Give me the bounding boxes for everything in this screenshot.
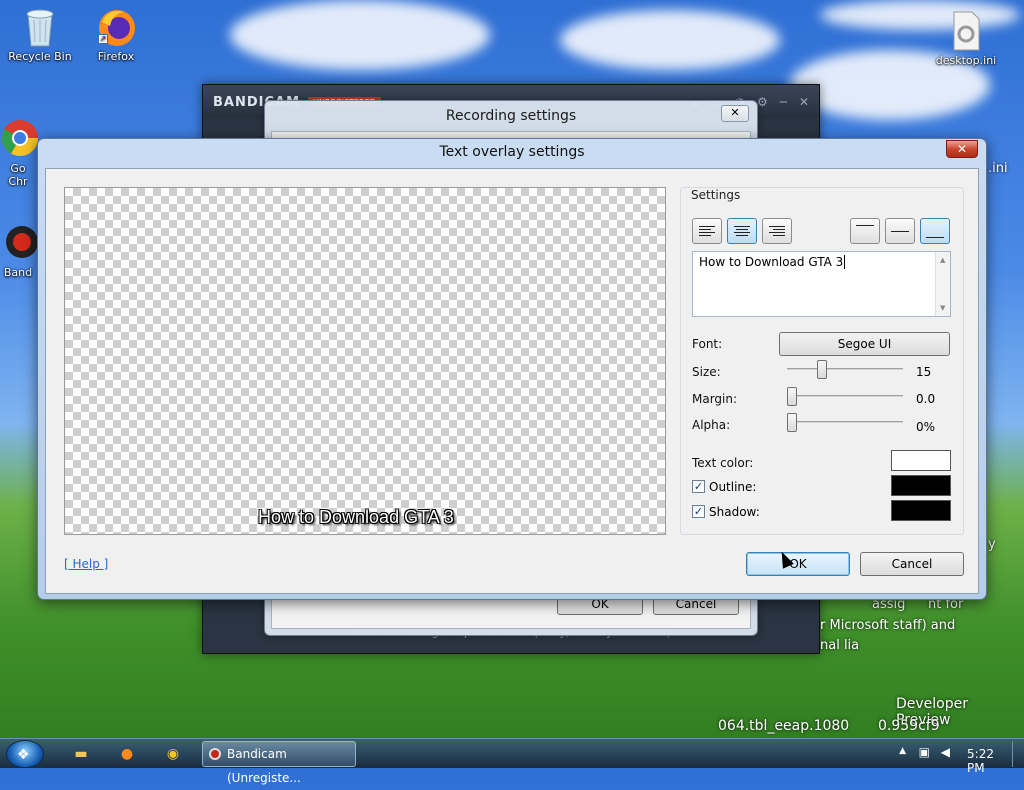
size-value: 15 <box>916 365 932 379</box>
valign-bottom-button[interactable] <box>920 218 950 244</box>
valign-top-button[interactable] <box>850 218 880 244</box>
outline-checkbox[interactable]: ✓ <box>692 480 705 493</box>
size-slider-track <box>787 368 903 370</box>
text-color-swatch[interactable] <box>891 450 951 471</box>
tray-expand-icon[interactable]: ▲ <box>899 746 906 756</box>
desktop-partial-text: .ini <box>988 161 1008 176</box>
margin-value: 0.0 <box>916 392 936 406</box>
desktop-icon-bandicam[interactable]: Band <box>0 222 38 279</box>
desktop-partial-text: 0.959cf9 <box>878 718 940 734</box>
desktop-partial-text: r Microsoft staff) and <box>820 618 956 633</box>
dialog-close-button[interactable]: ✕ <box>946 140 978 158</box>
shadow-label: Shadow: <box>709 505 760 519</box>
desktop-icon-label: Firefox <box>97 50 135 63</box>
overlay-preview-text: How to Download GTA 3 <box>258 507 454 527</box>
ok-button[interactable]: OK <box>746 552 850 576</box>
recycle-bin-icon <box>20 6 60 47</box>
dialog-client-area: How to Download GTA 3 Settings How to Do… <box>45 168 979 594</box>
alpha-slider-track <box>787 421 903 423</box>
desktop-icon-label: desktop.ini <box>935 54 997 67</box>
help-link[interactable]: [ Help ] <box>64 557 108 571</box>
valign-middle-button[interactable] <box>885 218 915 244</box>
desktop-partial-text: 064.tbl_eeap.1080 <box>718 718 850 734</box>
size-slider-thumb[interactable] <box>816 360 827 379</box>
margin-label: Margin: <box>692 392 738 406</box>
firefox-taskbar-icon[interactable]: ● <box>114 742 140 766</box>
gear-icon[interactable]: ⚙︎ <box>757 95 768 110</box>
network-icon[interactable]: ▣ <box>919 745 930 759</box>
volume-icon[interactable]: ◀︎ <box>941 745 950 759</box>
font-label: Font: <box>692 337 723 351</box>
overlay-text-value: How to Download GTA 3 <box>699 255 844 269</box>
chrome-taskbar-icon[interactable]: ◉ <box>160 742 186 766</box>
desktop-icon-label: Chr <box>8 175 28 188</box>
overlay-preview: How to Download GTA 3 <box>64 187 666 535</box>
clock[interactable]: 5:22 PM <box>967 747 994 775</box>
alpha-slider-thumb[interactable] <box>787 413 797 432</box>
show-desktop-button[interactable] <box>1012 741 1024 767</box>
desktop-icon-label: Recycle Bin <box>8 50 72 63</box>
desktop-partial-text: nal lia <box>820 638 860 653</box>
margin-slider[interactable] <box>787 386 903 406</box>
settings-group: Settings How to Download GTA 3 ▲ ▼ Font:… <box>680 187 964 535</box>
firefox-icon: ↗ <box>96 6 136 46</box>
cloud <box>230 0 490 70</box>
windows-logo-icon: ❖ <box>17 747 30 763</box>
recording-settings-title: Recording settings <box>445 108 577 124</box>
shadow-checkbox[interactable]: ✓ <box>692 505 705 518</box>
size-slider[interactable] <box>787 359 903 379</box>
minimize-icon[interactable]: ─ <box>780 95 787 110</box>
desktop-icon-firefox[interactable]: ↗ Firefox <box>76 6 156 63</box>
overlay-text-input[interactable]: How to Download GTA 3 ▲ ▼ <box>692 251 951 317</box>
font-select-button[interactable]: Segoe UI <box>779 332 950 356</box>
align-right-button[interactable] <box>762 218 792 244</box>
text-color-label: Text color: <box>692 456 754 470</box>
bandicam-record-icon <box>209 748 221 760</box>
desktop-icon-label: Band <box>3 266 33 279</box>
outline-label: Outline: <box>709 480 757 494</box>
settings-legend: Settings <box>691 188 741 202</box>
align-left-button[interactable] <box>692 218 722 244</box>
taskbar-bandicam-label: Bandicam (Unregiste... <box>227 747 301 785</box>
margin-slider-track <box>787 395 903 397</box>
bandicam-icon <box>0 222 40 262</box>
cancel-button[interactable]: Cancel <box>860 552 964 576</box>
dialog-title: Text overlay settings <box>439 144 585 160</box>
cloud <box>560 10 780 70</box>
alpha-label: Alpha: <box>692 418 731 432</box>
start-button[interactable]: ❖ <box>6 740 44 768</box>
close-icon[interactable]: ✕ <box>799 95 809 110</box>
scroll-down-icon[interactable]: ▼ <box>940 304 945 312</box>
desktop-partial-text: y <box>988 537 996 552</box>
taskbar-bandicam-button[interactable]: Bandicam (Unregiste... <box>202 741 356 785</box>
chrome-icon <box>0 118 40 158</box>
text-overlay-settings-dialog: Text overlay settings ✕ How to Download … <box>37 138 987 600</box>
desktop-icon-label: Go <box>10 162 26 175</box>
margin-slider-thumb[interactable] <box>787 387 797 406</box>
recording-settings-close-button[interactable]: ✕ <box>721 105 749 122</box>
align-center-button[interactable] <box>727 218 757 244</box>
taskbar: ❖ ▬ ● ◉ Bandicam (Unregiste... ▲ ▣ ◀︎ 5:… <box>0 738 1024 785</box>
textbox-scrollbar[interactable]: ▲ ▼ <box>935 252 950 316</box>
scroll-up-icon[interactable]: ▲ <box>940 256 945 264</box>
alpha-slider[interactable] <box>787 412 903 432</box>
outline-color-swatch[interactable] <box>891 475 951 496</box>
desktop-icon-recycle-bin[interactable]: Recycle Bin <box>0 6 80 63</box>
desktop-icon-chrome[interactable]: Go Chr <box>0 118 39 188</box>
alpha-value: 0% <box>916 420 936 434</box>
shadow-color-swatch[interactable] <box>891 500 951 521</box>
desktop-icon-desktop-ini[interactable]: desktop.ini <box>926 10 1006 67</box>
explorer-taskbar-icon[interactable]: ▬ <box>68 742 94 766</box>
settings-file-icon <box>946 10 986 51</box>
size-label: Size: <box>692 365 721 379</box>
